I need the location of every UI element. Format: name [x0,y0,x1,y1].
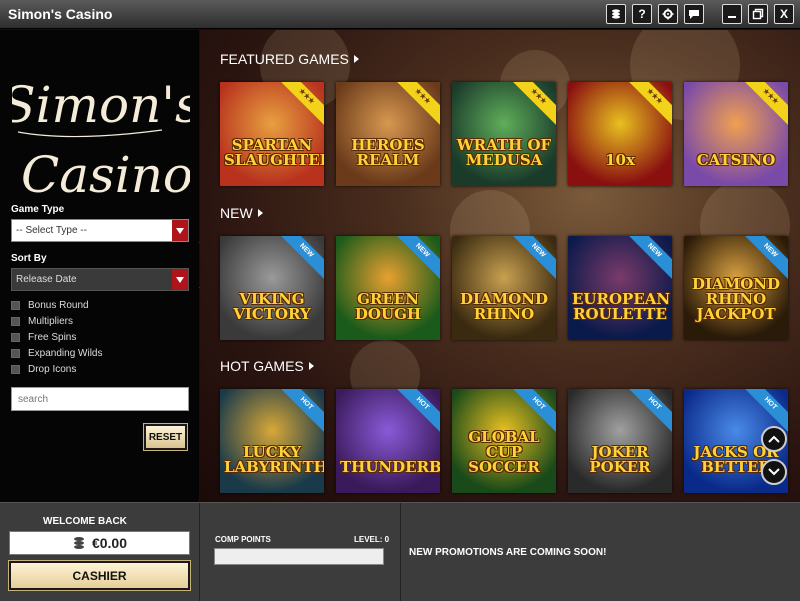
game-title: JOKER POKER [589,443,651,476]
reset-button[interactable]: RESET [143,423,188,451]
sidebar: Simon's Casino Game Type -- Select Type … [0,30,199,502]
filter-bonus-round[interactable]: Bonus Round [11,300,89,311]
comp-points-label: COMP POINTS [215,535,271,544]
game-title: GREEN DOUGH [354,290,422,323]
game-tile[interactable]: EUROPEAN ROULETTE NEW [568,236,672,340]
checkbox[interactable] [11,349,20,358]
coins-icon[interactable] [606,4,626,24]
game-tile[interactable]: GREEN DOUGH NEW [336,236,440,340]
balance-display: €0.00 [9,531,190,555]
maximize-icon[interactable] [748,4,768,24]
filter-label: Expanding Wilds [28,348,103,359]
game-title: DIAMOND RHINO [459,290,549,323]
close-icon[interactable]: X [774,4,794,24]
game-title: VIKING VICTORY [233,290,311,323]
gear-icon[interactable] [658,4,678,24]
chevron-right-icon [257,209,263,217]
footer-bar: WELCOME BACK €0.00 CASHIER COMP POINTS L… [0,502,800,601]
casino-logo: Simon's Casino [12,76,190,204]
game-type-label: Game Type [11,204,65,215]
game-tile[interactable]: JOKER POKER HOT [568,389,672,493]
game-type-value: -- Select Type -- [16,225,87,236]
checkbox[interactable] [11,365,20,374]
chevron-right-icon [308,362,314,370]
game-tile[interactable]: VIKING VICTORY NEW [220,236,324,340]
chevron-up-icon [768,435,780,443]
game-title: CATSINO [696,151,776,169]
coins-icon [73,537,84,549]
game-title: 10x [605,151,635,169]
game-title: THUNDERBIRD [340,458,440,476]
game-tile[interactable]: WRATH OF MEDUSA ★★★ [452,82,556,186]
game-title: EUROPEAN ROULETTE [572,290,671,323]
chevron-down-icon [768,468,780,476]
game-tile[interactable]: THUNDERBIRDHOT [336,389,440,493]
game-tile[interactable]: GLOBAL CUP SOCCER HOT [452,389,556,493]
scroll-up-button[interactable] [761,426,787,452]
chevron-down-icon [172,269,188,290]
checkbox[interactable] [11,301,20,310]
balance-value: €0.00 [91,535,128,551]
game-title: WRATH OF MEDUSA [456,136,552,169]
filter-label: Multipliers [28,316,74,327]
game-tile[interactable]: DIAMOND RHINO JACKPOT NEW [684,236,788,340]
section-title-text: NEW [220,205,253,221]
checkbox[interactable] [11,333,20,342]
game-tile[interactable]: HEROES REALM ★★★ [336,82,440,186]
section-title[interactable]: HOT GAMES [220,358,314,374]
game-title: HEROES REALM [351,136,425,169]
game-tile[interactable]: LUCKY LABYRINTH HOT [220,389,324,493]
section-title-text: HOT GAMES [220,358,304,374]
chevron-down-icon [172,220,188,241]
game-tile[interactable]: SPARTAN SLAUGHTER ★★★ [220,82,324,186]
game-title: DIAMOND RHINO JACKPOT [691,275,781,323]
sort-by-select[interactable]: Release Date [11,268,189,291]
game-tile[interactable]: DIAMOND RHINO NEW [452,236,556,340]
promo-message: NEW PROMOTIONS ARE COMING SOON! [409,547,607,558]
checkbox[interactable] [11,317,20,326]
game-title: GLOBAL CUP SOCCER [468,428,540,476]
filter-free-spins[interactable]: Free Spins [11,332,76,343]
comp-points-progress [214,548,384,565]
filter-label: Bonus Round [28,300,89,311]
title-bar: Simon's Casino ? X [0,0,800,29]
filter-expanding-wilds[interactable]: Expanding Wilds [11,348,102,359]
filter-drop-icons[interactable]: Drop Icons [11,364,76,375]
logo-line2: Casino [21,146,190,204]
game-tile[interactable]: 10x ★★★ [568,82,672,186]
game-type-select[interactable]: -- Select Type -- [11,219,189,242]
game-tile[interactable]: CATSINO ★★★ [684,82,788,186]
window-title: Simon's Casino [8,6,113,22]
game-title: LUCKY LABYRINTH [224,443,324,476]
sort-by-value: Release Date [16,274,77,285]
search-input[interactable] [11,387,189,411]
chat-icon[interactable] [684,4,704,24]
scroll-down-button[interactable] [761,459,787,485]
chevron-right-icon [353,55,359,63]
help-icon[interactable]: ? [632,4,652,24]
game-lobby: FEATURED GAMES SPARTAN SLAUGHTER ★★★ HEROES… [200,30,800,502]
game-title: SPARTAN SLAUGHTER [224,136,324,169]
filter-label: Free Spins [28,332,77,343]
section-title[interactable]: NEW [220,205,263,221]
filter-label: Drop Icons [28,364,77,375]
cashier-button[interactable]: CASHIER [8,560,191,591]
filter-multipliers[interactable]: Multipliers [11,316,73,327]
level-label: LEVEL: 0 [354,535,390,544]
welcome-label: WELCOME BACK [43,516,127,527]
section-title[interactable]: FEATURED GAMES [220,51,359,67]
sort-by-label: Sort By [11,253,47,264]
logo-line1: Simon's [12,76,190,134]
section-title-text: FEATURED GAMES [220,51,349,67]
minimize-icon[interactable] [722,4,742,24]
